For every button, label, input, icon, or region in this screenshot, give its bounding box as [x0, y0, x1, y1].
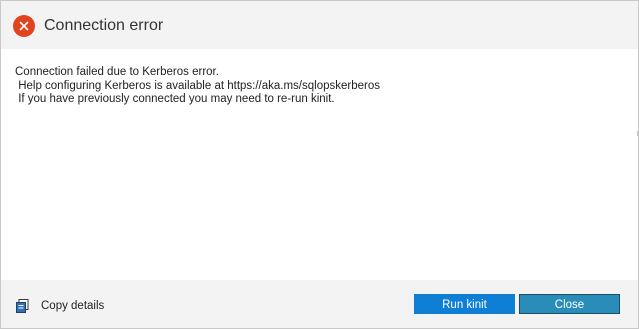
error-message-line: Connection failed due to Kerberos error. — [15, 66, 219, 78]
error-icon — [13, 15, 35, 37]
dialog-header: Connection error — [1, 1, 638, 49]
dialog-footer: Copy details Run kinit Close — [1, 280, 638, 328]
dialog-title: Connection error — [44, 17, 164, 34]
error-message-line: Help configuring Kerberos is available a… — [15, 79, 380, 92]
connection-error-dialog: Connection error Connection failed due t… — [0, 0, 639, 329]
close-button[interactable]: Close — [519, 294, 620, 314]
copy-icon — [15, 298, 31, 314]
copy-details-button[interactable]: Copy details — [15, 297, 104, 315]
error-message-line: If you have previously connected you may… — [15, 93, 335, 105]
copy-details-label: Copy details — [41, 300, 105, 312]
resize-edge — [637, 131, 638, 136]
run-kinit-button[interactable]: Run kinit — [414, 294, 515, 314]
error-message: Connection failed due to Kerberos error.… — [15, 66, 615, 107]
